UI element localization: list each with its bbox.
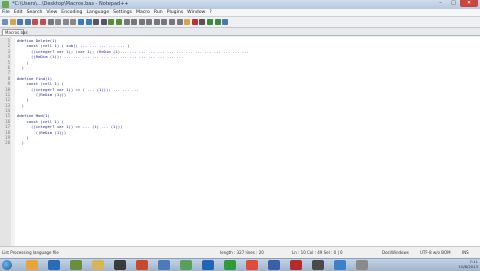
cut-icon[interactable] (55, 19, 62, 25)
menu-help[interactable]: ? (209, 9, 211, 16)
code-lines: 1 #define Delete(1) 2 const (cell 1) ( sub… (0, 38, 480, 146)
menu-edit[interactable]: Edit (14, 9, 23, 16)
explorer-icon[interactable] (26, 260, 38, 270)
maximize-button[interactable]: □ (447, 0, 460, 7)
sync-h-icon[interactable] (131, 19, 138, 25)
menu-bar: File Edit Search View Encoding Language … (0, 9, 480, 17)
indent-guide-icon[interactable] (153, 19, 160, 25)
macro-save-icon[interactable] (222, 19, 229, 25)
macro-play-icon[interactable] (207, 19, 214, 25)
app-icon[interactable] (114, 260, 126, 270)
show-all-icon[interactable] (146, 19, 153, 25)
close-button[interactable]: ✕ (460, 0, 478, 7)
code-line[interactable]: 20 ) (0, 140, 480, 145)
title-bar[interactable]: *C:\Users\...\Desktop\Macros.bas - Notep… (0, 0, 480, 9)
minimize-button[interactable]: – (434, 0, 447, 7)
copy-icon[interactable] (62, 19, 69, 25)
zoom-out-icon[interactable] (115, 19, 122, 25)
menu-plugins[interactable]: Plugins (167, 9, 183, 16)
function-list-icon[interactable] (176, 19, 183, 25)
firefox-icon[interactable] (136, 260, 148, 270)
system-tray-clock[interactable]: 7:11 10/8/2013 (459, 259, 478, 269)
save-icon[interactable] (17, 19, 24, 25)
menu-file[interactable]: File (2, 9, 10, 16)
acrobat-icon[interactable] (290, 260, 302, 270)
notepad-window: *C:\Users\...\Desktop\Macros.bas - Notep… (0, 0, 480, 259)
cmd-icon[interactable] (268, 260, 280, 270)
tab-bar: Macros.bas (0, 28, 480, 36)
menu-settings[interactable]: Settings (113, 9, 132, 16)
folder-icon[interactable] (92, 260, 104, 270)
close-icon[interactable] (32, 19, 39, 25)
macro-stop-icon[interactable] (199, 19, 206, 25)
ie-icon[interactable] (48, 260, 60, 270)
replace-icon[interactable] (100, 19, 107, 25)
menu-view[interactable]: View (46, 9, 57, 16)
app3-icon[interactable] (356, 260, 368, 270)
close-all-icon[interactable] (39, 19, 46, 25)
toolbar (0, 17, 480, 28)
menu-window[interactable]: Window (187, 9, 205, 16)
taskbar: 7:11 10/8/2013 (0, 258, 480, 271)
line-code[interactable]: ) (17, 140, 24, 145)
macro-run-icon[interactable] (214, 19, 221, 25)
tool-icon[interactable] (312, 260, 324, 270)
start-button[interactable] (2, 260, 12, 270)
sync-v-icon[interactable] (123, 19, 130, 25)
notepadpp-taskbar-icon[interactable] (180, 260, 192, 270)
menu-encoding[interactable]: Encoding (61, 9, 82, 16)
window-title: *C:\Users\...\Desktop\Macros.bas - Notep… (12, 1, 129, 7)
app2-icon[interactable] (334, 260, 346, 270)
menu-run[interactable]: Run (154, 9, 163, 16)
tab-macros-bas[interactable]: Macros.bas (2, 29, 28, 35)
find-icon[interactable] (93, 19, 100, 25)
word-icon[interactable] (202, 260, 214, 270)
menu-macro[interactable]: Macro (136, 9, 150, 16)
chrome-icon[interactable] (224, 260, 236, 270)
save-all-icon[interactable] (24, 19, 31, 25)
redo-icon[interactable] (85, 19, 92, 25)
wrap-icon[interactable] (138, 19, 145, 25)
skype-icon[interactable] (158, 260, 170, 270)
notepadpp-icon (2, 1, 9, 8)
line-number: 20 (5, 140, 10, 146)
media-icon[interactable] (70, 260, 82, 270)
open-file-icon[interactable] (9, 19, 16, 25)
udl-icon[interactable] (161, 19, 168, 25)
macro-record-icon[interactable] (191, 19, 198, 25)
paste-icon[interactable] (70, 19, 77, 25)
print-icon[interactable] (47, 19, 54, 25)
folder-icon[interactable] (184, 19, 191, 25)
menu-language[interactable]: Language (86, 9, 109, 16)
editor-area[interactable]: 1 #define Delete(1) 2 const (cell 1) ( sub… (0, 37, 480, 246)
opera-icon[interactable] (246, 260, 258, 270)
undo-icon[interactable] (77, 19, 84, 25)
doc-map-icon[interactable] (169, 19, 176, 25)
zoom-in-icon[interactable] (108, 19, 115, 25)
menu-search[interactable]: Search (27, 9, 43, 16)
new-file-icon[interactable] (2, 19, 8, 25)
